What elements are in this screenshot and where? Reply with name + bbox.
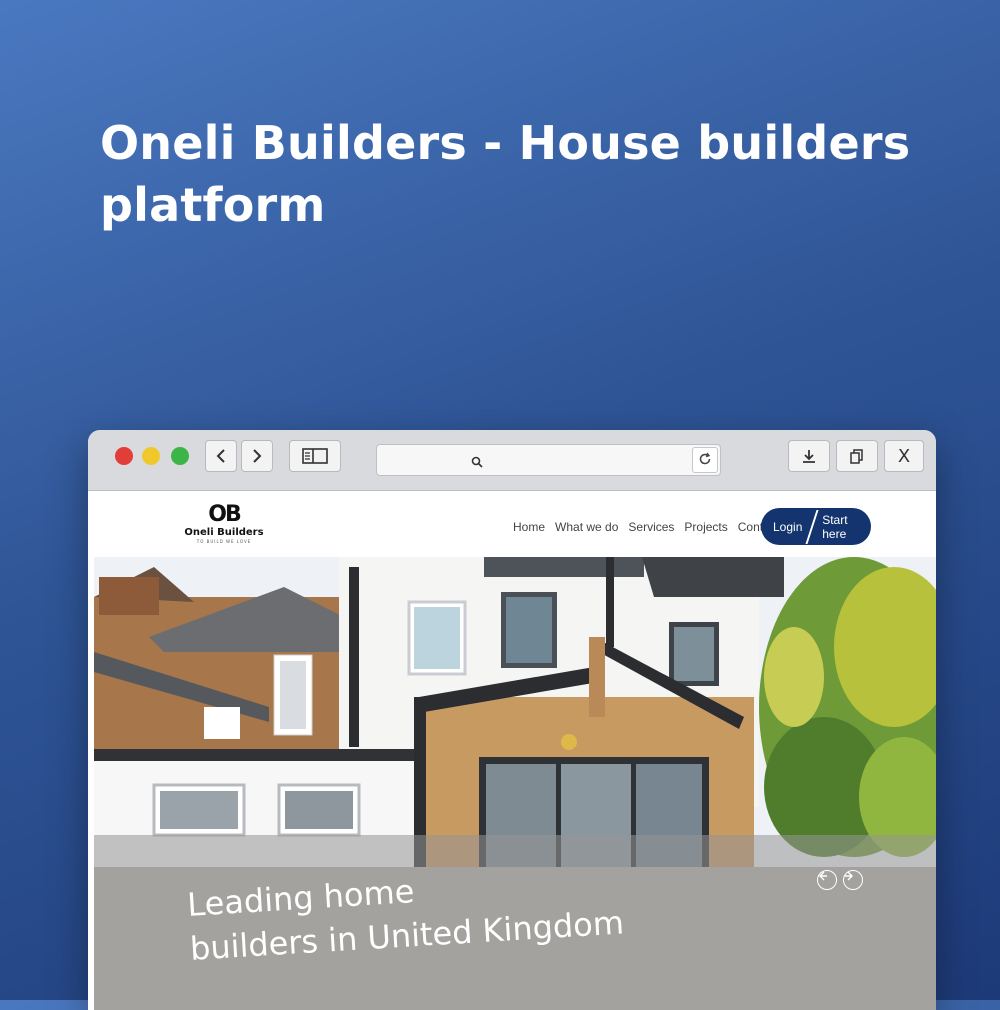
nav-what-we-do[interactable]: What we do bbox=[555, 520, 618, 534]
reload-button[interactable] bbox=[692, 447, 718, 473]
pill-divider bbox=[805, 509, 819, 544]
sidebar-icon bbox=[302, 448, 328, 464]
auth-pill: Login Start here bbox=[761, 508, 871, 545]
nav-projects[interactable]: Projects bbox=[684, 520, 727, 534]
browser-window: X OB Oneli Builders TO BUILD WE LOVE Hom… bbox=[88, 430, 936, 1010]
web-page: OB Oneli Builders TO BUILD WE LOVE Home … bbox=[88, 491, 936, 1010]
sidebar-button[interactable] bbox=[289, 440, 341, 472]
download-button[interactable] bbox=[788, 440, 830, 472]
copy-button[interactable] bbox=[836, 440, 878, 472]
copy-icon bbox=[849, 448, 865, 464]
site-header: OB Oneli Builders TO BUILD WE LOVE Home … bbox=[88, 491, 936, 557]
hero-slider: Leading home builders in United Kingdom bbox=[94, 557, 936, 1010]
start-here-button[interactable]: Start here bbox=[822, 513, 871, 541]
chevron-left-icon bbox=[215, 448, 227, 464]
maximize-window-dot[interactable] bbox=[171, 447, 189, 465]
close-window-dot[interactable] bbox=[115, 447, 133, 465]
login-button[interactable]: Login bbox=[773, 520, 802, 534]
chevron-right-icon bbox=[251, 448, 263, 464]
reload-icon bbox=[698, 451, 712, 470]
search-icon bbox=[471, 453, 483, 472]
main-nav: Home What we do Services Projects Contac… bbox=[513, 520, 789, 534]
slider-prev-button[interactable] bbox=[817, 870, 837, 890]
logo-name: Oneli Builders bbox=[184, 527, 264, 538]
site-logo[interactable]: OB Oneli Builders TO BUILD WE LOVE bbox=[184, 502, 264, 545]
back-button[interactable] bbox=[205, 440, 237, 472]
slider-next-button[interactable] bbox=[843, 870, 863, 890]
nav-home[interactable]: Home bbox=[513, 520, 545, 534]
address-bar[interactable] bbox=[376, 444, 721, 476]
browser-toolbar: X bbox=[88, 430, 936, 491]
nav-services[interactable]: Services bbox=[628, 520, 674, 534]
forward-button[interactable] bbox=[241, 440, 273, 472]
close-tab-button[interactable]: X bbox=[884, 440, 924, 472]
logo-mark: OB bbox=[208, 502, 240, 527]
minimize-window-dot[interactable] bbox=[142, 447, 160, 465]
download-icon bbox=[801, 448, 817, 464]
close-icon: X bbox=[897, 445, 911, 467]
logo-tagline: TO BUILD WE LOVE bbox=[196, 539, 252, 544]
page-headline: Oneli Builders - House builders platform bbox=[100, 116, 911, 232]
